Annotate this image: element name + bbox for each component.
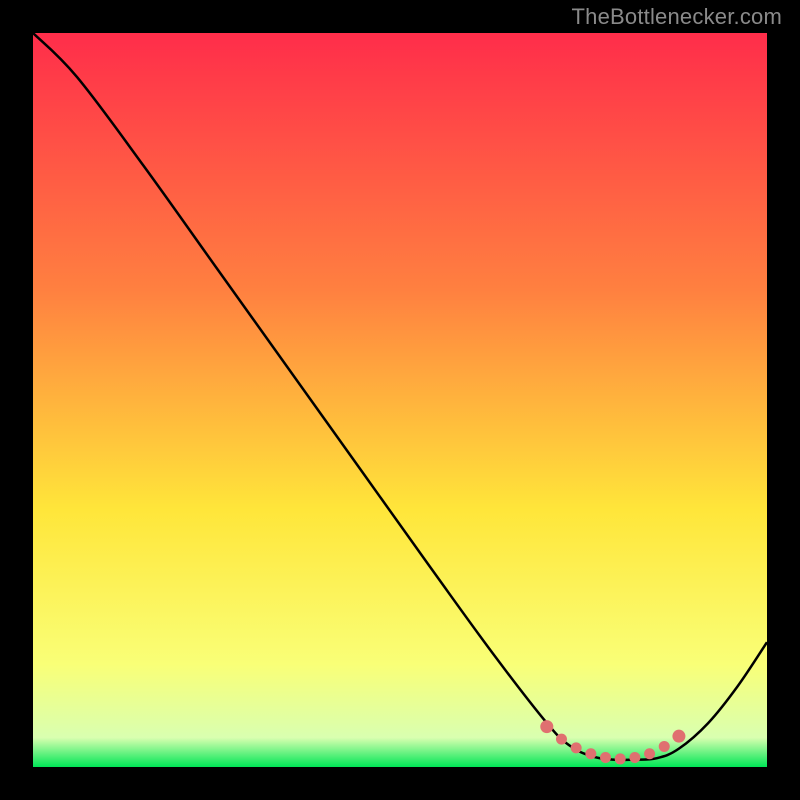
chart-container: TheBottlenecker.com bbox=[0, 0, 800, 800]
optimal-dot bbox=[540, 720, 553, 733]
optimal-dot bbox=[629, 752, 640, 763]
optimal-dot bbox=[615, 753, 626, 764]
optimal-dot bbox=[644, 748, 655, 759]
optimal-dot bbox=[571, 742, 582, 753]
bottleneck-chart-overlay bbox=[33, 33, 767, 767]
optimal-dot bbox=[672, 730, 685, 743]
optimal-dot bbox=[659, 741, 670, 752]
optimal-dot bbox=[585, 748, 596, 759]
gradient-background bbox=[33, 33, 767, 767]
optimal-dot bbox=[556, 734, 567, 745]
watermark-text: TheBottlenecker.com bbox=[572, 4, 782, 30]
optimal-dot bbox=[600, 752, 611, 763]
